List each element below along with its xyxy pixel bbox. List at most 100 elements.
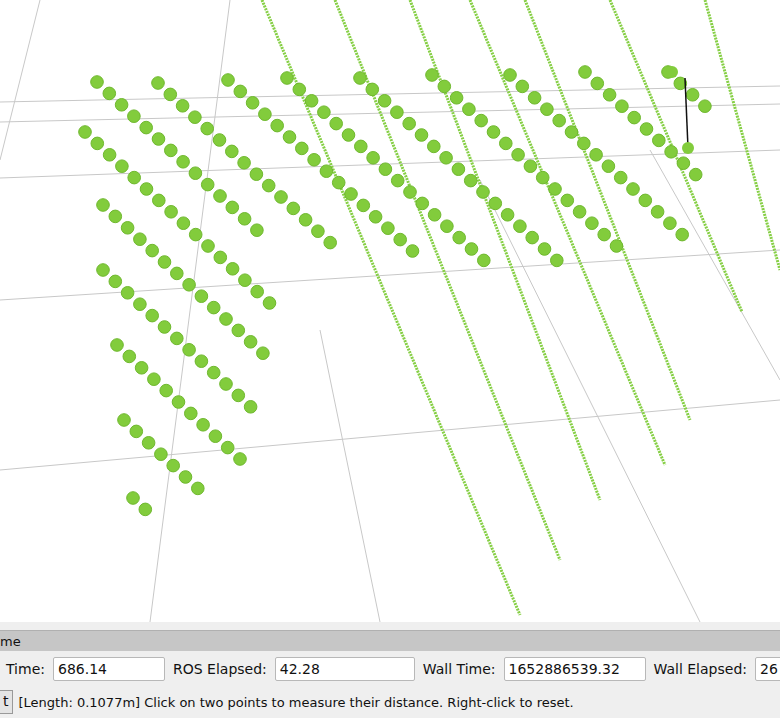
cloud-point: [627, 183, 640, 196]
cloud-point: [177, 217, 190, 230]
cloud-point: [536, 171, 549, 184]
cloud-point: [489, 197, 502, 210]
cloud-point: [602, 160, 615, 173]
cloud-point: [164, 88, 177, 101]
cloud-point: [121, 222, 134, 235]
cloud-point: [111, 339, 124, 352]
scan-ray: [335, 0, 560, 560]
time-panel-title: me: [0, 630, 780, 651]
cloud-point: [332, 176, 345, 189]
cloud-point: [651, 206, 664, 219]
cloud-point: [257, 347, 270, 360]
cloud-point: [293, 83, 306, 96]
cloud-point: [130, 425, 143, 438]
scan-ray: [262, 0, 520, 615]
cloud-point: [262, 179, 275, 192]
cloud-point: [115, 99, 128, 112]
grid-line: [480, 180, 700, 622]
3d-viewport[interactable]: [0, 0, 780, 630]
field-input[interactable]: 686.14: [53, 657, 165, 681]
reset-button[interactable]: t: [0, 690, 13, 714]
cloud-point: [197, 419, 210, 432]
cloud-point: [189, 167, 202, 180]
cloud-point: [127, 492, 140, 505]
cloud-point: [171, 267, 184, 280]
cloud-point: [171, 332, 184, 345]
cloud-point: [192, 482, 205, 495]
cloud-point: [123, 350, 136, 363]
time-field: Time:686.14: [6, 657, 165, 681]
cloud-point: [500, 137, 513, 150]
cloud-point: [109, 275, 122, 288]
cloud-point: [538, 243, 551, 256]
cloud-point: [549, 183, 562, 196]
cloud-point: [391, 106, 404, 119]
cloud-point: [308, 154, 321, 167]
cloud-point: [139, 503, 152, 516]
cloud-point: [155, 448, 168, 461]
cloud-point: [382, 222, 395, 235]
cloud-point: [165, 144, 178, 157]
cloud-point: [475, 114, 488, 127]
cloud-point: [152, 133, 165, 146]
cloud-point: [528, 92, 541, 105]
grid-line: [650, 150, 780, 380]
cloud-point: [378, 95, 391, 108]
cloud-point: [516, 80, 529, 93]
cloud-point: [465, 243, 478, 256]
cloud-point: [91, 137, 104, 150]
cloud-point: [153, 194, 166, 207]
cloud-point: [464, 174, 477, 187]
cloud-point: [330, 117, 343, 130]
field-input[interactable]: 42.28: [275, 657, 415, 681]
cloud-point: [172, 396, 185, 409]
cloud-point: [640, 123, 653, 136]
cloud-point: [463, 103, 476, 116]
cloud-point: [275, 191, 288, 204]
cloud-point: [664, 217, 677, 230]
cloud-point: [259, 108, 272, 121]
time-panel: Time:686.14ROS Elapsed:42.28Wall Time:16…: [0, 651, 780, 687]
cloud-point: [440, 152, 453, 165]
cloud-point: [202, 240, 215, 253]
cloud-point: [251, 224, 264, 237]
cloud-point: [103, 87, 116, 100]
cloud-point: [379, 163, 392, 176]
cloud-point: [415, 129, 428, 142]
cloud-point: [183, 279, 196, 292]
cloud-point: [195, 290, 208, 303]
cloud-point: [369, 211, 382, 224]
cloud-point: [354, 72, 367, 85]
cloud-point: [426, 69, 439, 82]
cloud-point: [167, 459, 180, 472]
cloud-point: [586, 217, 599, 230]
cloud-point: [207, 366, 220, 379]
cloud-point: [598, 228, 611, 241]
cloud-point: [478, 254, 491, 267]
cloud-point: [234, 85, 247, 98]
cloud-point: [438, 80, 451, 93]
cloud-point: [578, 137, 591, 150]
cloud-point: [561, 194, 574, 207]
cloud-point: [428, 140, 441, 153]
cloud-point: [244, 336, 257, 349]
field-input[interactable]: 1652886539.32: [504, 657, 646, 681]
cloud-point: [244, 401, 257, 414]
cloud-point: [453, 231, 466, 244]
cloud-point: [312, 225, 325, 238]
cloud-point: [234, 453, 247, 466]
cloud-point: [699, 100, 712, 113]
cloud-point: [616, 100, 629, 113]
cloud-point: [676, 228, 689, 241]
field-input[interactable]: 26: [755, 657, 780, 681]
grid-line: [320, 330, 380, 622]
cloud-point: [116, 160, 129, 173]
cloud-point: [565, 126, 578, 139]
point-cloud[interactable]: [0, 0, 780, 622]
cloud-point: [512, 149, 525, 162]
cloud-point: [183, 344, 196, 357]
cloud-point: [653, 134, 666, 147]
cloud-point: [318, 106, 331, 119]
scan-ray: [610, 0, 742, 312]
cloud-point: [391, 174, 404, 187]
